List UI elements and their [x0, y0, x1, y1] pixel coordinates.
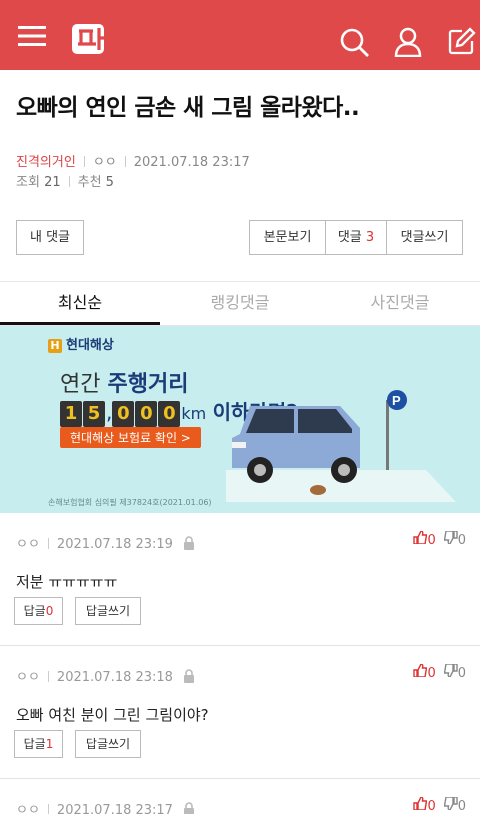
comments-button[interactable]: 댓글 3	[325, 220, 387, 255]
write-reply-button[interactable]: 답글쓰기	[75, 730, 141, 758]
views-count: 21	[44, 175, 61, 190]
comment-votes: 00	[413, 530, 466, 548]
menu-icon[interactable]	[18, 25, 46, 51]
user-icon[interactable]	[394, 27, 422, 61]
downvote-count: 0	[457, 533, 466, 548]
comment-item: ㅇㅇ 2021.07.18 23:18 00 오빠 여친 분이 그린 그림이야? …	[0, 646, 480, 779]
ad-banner[interactable]: H현대해상 연간 주행거리 15,000km 이하라면? 현대해상 보험료 확인…	[0, 326, 480, 513]
comment-meta: ㅇㅇ 2021.07.18 23:17	[16, 799, 195, 814]
my-comments-button[interactable]: 내 댓글	[16, 220, 84, 255]
downvote-count: 0	[457, 799, 466, 814]
tab-latest[interactable]: 최신순	[0, 282, 160, 325]
downvote-button[interactable]: 0	[443, 663, 466, 681]
reply-count: 0	[45, 604, 54, 618]
comment-meta: ㅇㅇ 2021.07.18 23:19	[16, 533, 195, 554]
comment-date: 2021.07.18 23:18	[56, 670, 173, 685]
thumbs-down-icon	[443, 530, 458, 548]
upvote-count: 0	[427, 799, 436, 814]
post-user: ㅇㅇ	[92, 155, 117, 170]
likes-label: 추천	[77, 175, 102, 190]
upvote-button[interactable]: 0	[413, 796, 436, 814]
tab-photo[interactable]: 사진댓글	[320, 282, 480, 325]
upvote-button[interactable]: 0	[413, 663, 436, 681]
comment-votes: 00	[413, 663, 466, 681]
svg-text:P: P	[392, 393, 401, 408]
search-icon[interactable]	[340, 28, 370, 62]
top-bar	[0, 0, 480, 70]
downvote-button[interactable]: 0	[443, 796, 466, 814]
upvote-button[interactable]: 0	[413, 530, 436, 548]
comment-item: ㅇㅇ 2021.07.18 23:19 00 저분 ㅠㅠㅠㅠㅠ 답글0 답글쓰기	[0, 513, 480, 646]
write-icon[interactable]	[448, 27, 476, 59]
post-title: 오빠의 연인 금손 새 그림 올라왔다..	[16, 95, 360, 121]
thumbs-down-icon	[443, 796, 458, 814]
upvote-count: 0	[427, 666, 436, 681]
car-illustration-icon: P	[226, 390, 456, 506]
views-label: 조회	[16, 175, 40, 190]
downvote-button[interactable]: 0	[443, 530, 466, 548]
thumbs-down-icon	[443, 663, 458, 681]
post-author[interactable]: 진격의거인	[16, 155, 76, 170]
comment-item: ㅇㅇ 2021.07.18 23:17 00	[0, 779, 480, 814]
reply-button[interactable]: 답글0	[14, 597, 63, 625]
lock-icon	[183, 536, 195, 554]
downvote-count: 0	[457, 666, 466, 681]
likes-count: 5	[105, 175, 114, 190]
thumbs-up-icon	[413, 796, 428, 814]
post-stats: 조회 21 추천 5	[16, 171, 114, 190]
tab-ranking[interactable]: 랭킹댓글	[160, 282, 320, 325]
upvote-count: 0	[427, 533, 436, 548]
lock-icon	[183, 669, 195, 687]
post-meta: 진격의거인 ㅇㅇ 2021.07.18 23:17	[16, 151, 250, 170]
write-reply-button[interactable]: 답글쓰기	[75, 597, 141, 625]
comment-date: 2021.07.18 23:19	[56, 537, 173, 552]
comments-count: 3	[365, 230, 375, 245]
thumbs-up-icon	[413, 530, 428, 548]
comment-text: 저분 ㅠㅠㅠㅠㅠ	[16, 573, 118, 591]
reply-button[interactable]: 답글1	[14, 730, 63, 758]
comments-label: 댓글	[337, 230, 362, 245]
ad-disclaimer: 손해보험협회 심의필 제37824호(2021.01.06)	[48, 498, 212, 507]
comment-meta: ㅇㅇ 2021.07.18 23:18	[16, 666, 195, 687]
comment-sort-tabs: 최신순 랭킹댓글 사진댓글	[0, 281, 480, 326]
comment-user: ㅇㅇ	[16, 670, 40, 685]
comment-date: 2021.07.18 23:17	[56, 803, 173, 814]
lock-icon	[183, 802, 195, 814]
view-body-button[interactable]: 본문보기	[249, 220, 326, 255]
write-comment-button[interactable]: 댓글쓰기	[386, 220, 463, 255]
thumbs-up-icon	[413, 663, 428, 681]
comment-user: ㅇㅇ	[16, 803, 40, 814]
pann-logo[interactable]	[72, 20, 112, 56]
hyundai-logo-icon: H	[48, 339, 62, 353]
reply-count: 1	[45, 737, 54, 751]
comment-votes: 00	[413, 796, 466, 814]
ad-brand: H 현대해상	[48, 334, 114, 353]
comment-user: ㅇㅇ	[16, 537, 40, 552]
comment-text: 오빠 여친 분이 그린 그림이야?	[16, 706, 209, 724]
ad-cta-button[interactable]: 현대해상 보험료 확인 >	[60, 427, 201, 448]
ad-headline: 연간 주행거리	[60, 372, 189, 397]
post-date: 2021.07.18 23:17	[133, 155, 250, 170]
